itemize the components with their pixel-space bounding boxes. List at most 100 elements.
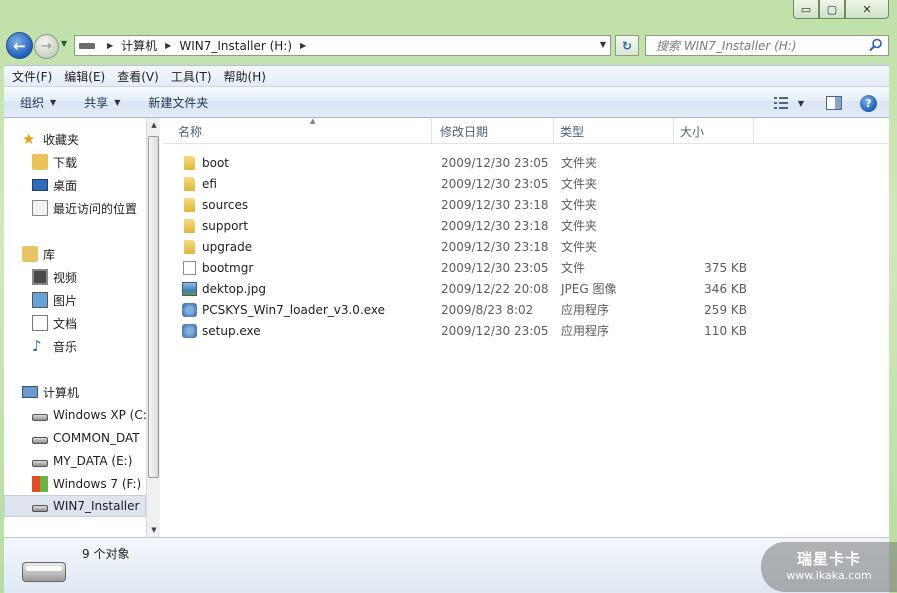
file-size: [681, 236, 747, 257]
menu-bar: 文件(F) 编辑(E) 查看(V) 工具(T) 帮助(H): [4, 65, 889, 86]
command-bar: 组织 ▼ 共享 ▼ 新建文件夹 ▼ ?: [4, 86, 889, 118]
share-button[interactable]: 共享 ▼: [84, 94, 120, 111]
minimize-button[interactable]: ▭: [793, 0, 819, 19]
nav-scrollbar[interactable]: ▲ ▼: [146, 118, 160, 537]
nav-documents[interactable]: 文档: [32, 312, 146, 334]
nav-recent[interactable]: 最近访问的位置: [32, 197, 146, 219]
sort-ascending-icon: ▲: [310, 117, 316, 125]
file-row[interactable]: support 2009/12/30 23:18 文件夹: [162, 215, 762, 236]
breadcrumb-computer[interactable]: 计算机: [121, 37, 157, 54]
nav-label: MY_DATA (E:): [53, 454, 133, 468]
file-name-cell[interactable]: support: [182, 215, 248, 236]
chevron-down-icon[interactable]: ▼: [798, 99, 804, 108]
file-row[interactable]: boot 2009/12/30 23:05 文件夹: [162, 152, 762, 173]
file-name: PCSKYS_Win7_loader_v3.0.exe: [202, 302, 386, 317]
file-date: 2009/12/30 23:05: [441, 260, 549, 275]
close-button[interactable]: ✕: [845, 0, 889, 19]
chevron-right-icon[interactable]: ▶: [300, 41, 306, 50]
nav-favorites[interactable]: ★ 收藏夹: [22, 128, 146, 150]
file-row[interactable]: bootmgr 2009/12/30 23:05 文件 375 KB: [162, 257, 762, 278]
nav-drive-c[interactable]: Windows XP (C:: [32, 404, 146, 426]
file-row[interactable]: setup.exe 2009/12/30 23:05 应用程序 110 KB: [162, 320, 762, 341]
file-size: 110 KB: [704, 323, 747, 338]
new-folder-button[interactable]: 新建文件夹: [148, 94, 208, 111]
nav-label: Windows XP (C:: [53, 408, 146, 422]
file-date: 2009/12/30 23:18: [441, 218, 549, 233]
search-icon[interactable]: [869, 38, 883, 52]
menu-file[interactable]: 文件(F): [12, 68, 52, 85]
preview-pane-icon[interactable]: [826, 96, 842, 110]
nav-drive-e[interactable]: MY_DATA (E:): [32, 450, 146, 472]
file-size: [681, 215, 747, 236]
search-placeholder: 搜索 WIN7_Installer (H:): [656, 39, 797, 53]
command-bar-right: ▼ ?: [773, 87, 889, 119]
nav-label: 视频: [53, 270, 78, 285]
file-date: 2009/12/22 20:08: [441, 281, 549, 296]
column-type-label: 类型: [560, 124, 585, 139]
maximize-button[interactable]: ▢: [819, 0, 845, 19]
column-size[interactable]: 大小: [674, 118, 754, 144]
column-type[interactable]: 类型: [554, 118, 674, 144]
back-button[interactable]: ←: [6, 32, 33, 59]
menu-tools[interactable]: 工具(T): [171, 68, 212, 85]
nav-music[interactable]: ♪ 音乐: [32, 335, 146, 357]
scroll-down-button[interactable]: ▼: [147, 523, 161, 537]
image-icon: [182, 281, 197, 296]
help-icon[interactable]: ?: [860, 94, 877, 112]
file-name-cell[interactable]: efi: [182, 173, 217, 194]
file-row[interactable]: dektop.jpg 2009/12/22 20:08 JPEG 图像 346 KB: [162, 278, 762, 299]
chevron-right-icon[interactable]: ▶: [107, 41, 113, 50]
nav-desktop[interactable]: 桌面: [32, 174, 146, 196]
column-name[interactable]: 名称 ▲: [172, 117, 432, 144]
nav-drive-d[interactable]: COMMON_DAT: [32, 427, 146, 449]
new-folder-label: 新建文件夹: [148, 95, 209, 110]
file-row[interactable]: efi 2009/12/30 23:05 文件夹: [162, 173, 762, 194]
search-input[interactable]: 搜索 WIN7_Installer (H:): [645, 35, 889, 56]
file-name-cell[interactable]: upgrade: [182, 236, 252, 257]
file-date: 2009/12/30 23:05: [441, 155, 549, 170]
menu-help[interactable]: 帮助(H): [224, 68, 266, 85]
nav-label: 计算机: [43, 385, 80, 400]
file-row[interactable]: PCSKYS_Win7_loader_v3.0.exe 2009/8/23 8:0…: [162, 299, 762, 320]
chevron-right-icon[interactable]: ▶: [165, 41, 171, 50]
breadcrumb-drive[interactable]: WIN7_Installer (H:): [179, 39, 292, 53]
refresh-button[interactable]: ↻: [615, 35, 639, 56]
nav-libraries[interactable]: 库: [22, 243, 146, 265]
organize-button[interactable]: 组织 ▼: [20, 94, 56, 111]
file-name-cell[interactable]: boot: [182, 152, 229, 173]
scroll-thumb[interactable]: [148, 136, 159, 478]
file-name-cell[interactable]: bootmgr: [182, 257, 253, 278]
file-date: 2009/12/30 23:05: [441, 323, 549, 338]
watermark-logo: 瑞星卡卡 www.ikaka.com: [761, 542, 897, 592]
column-date[interactable]: 修改日期: [434, 118, 554, 144]
desktop-icon: [32, 179, 48, 191]
nav-computer[interactable]: 计算机: [22, 381, 146, 403]
file-date: 2009/12/30 23:05: [441, 176, 549, 191]
nav-videos[interactable]: 视频: [32, 266, 146, 288]
nav-pictures[interactable]: 图片: [32, 289, 146, 311]
column-date-label: 修改日期: [440, 124, 489, 139]
folder-icon: [184, 218, 195, 233]
nav-label: 下载: [53, 155, 78, 170]
scroll-up-button[interactable]: ▲: [147, 118, 161, 132]
file-list: 名称 ▲ 修改日期 类型 大小 boot 2009/12/30 23:05 文件夹 e…: [162, 117, 889, 537]
menu-edit[interactable]: 编辑(E): [64, 68, 105, 85]
file-row[interactable]: sources 2009/12/30 23:18 文件夹: [162, 194, 762, 215]
recent-pages-dropdown[interactable]: ▼: [61, 39, 67, 48]
file-date: 2009/8/23 8:02: [441, 302, 534, 317]
file-name-cell[interactable]: dektop.jpg: [182, 278, 266, 299]
file-name-cell[interactable]: PCSKYS_Win7_loader_v3.0.exe: [182, 299, 385, 320]
address-dropdown[interactable]: ▼: [600, 40, 606, 49]
file-name-cell[interactable]: sources: [182, 194, 248, 215]
file-date: 2009/12/30 23:18: [441, 197, 549, 212]
nav-drive-f[interactable]: Windows 7 (F:): [32, 473, 146, 495]
nav-downloads[interactable]: 下载: [32, 151, 146, 173]
forward-button[interactable]: →: [34, 34, 59, 59]
file-row[interactable]: upgrade 2009/12/30 23:18 文件夹: [162, 236, 762, 257]
view-options-icon[interactable]: [773, 97, 788, 109]
menu-view[interactable]: 查看(V): [117, 68, 159, 85]
address-bar[interactable]: ▶ 计算机 ▶ WIN7_Installer (H:) ▶ ▼: [74, 35, 611, 56]
file-name-cell[interactable]: setup.exe: [182, 320, 261, 341]
item-count: 9 个对象: [82, 547, 130, 561]
nav-drive-h[interactable]: WIN7_Installer: [4, 495, 146, 517]
